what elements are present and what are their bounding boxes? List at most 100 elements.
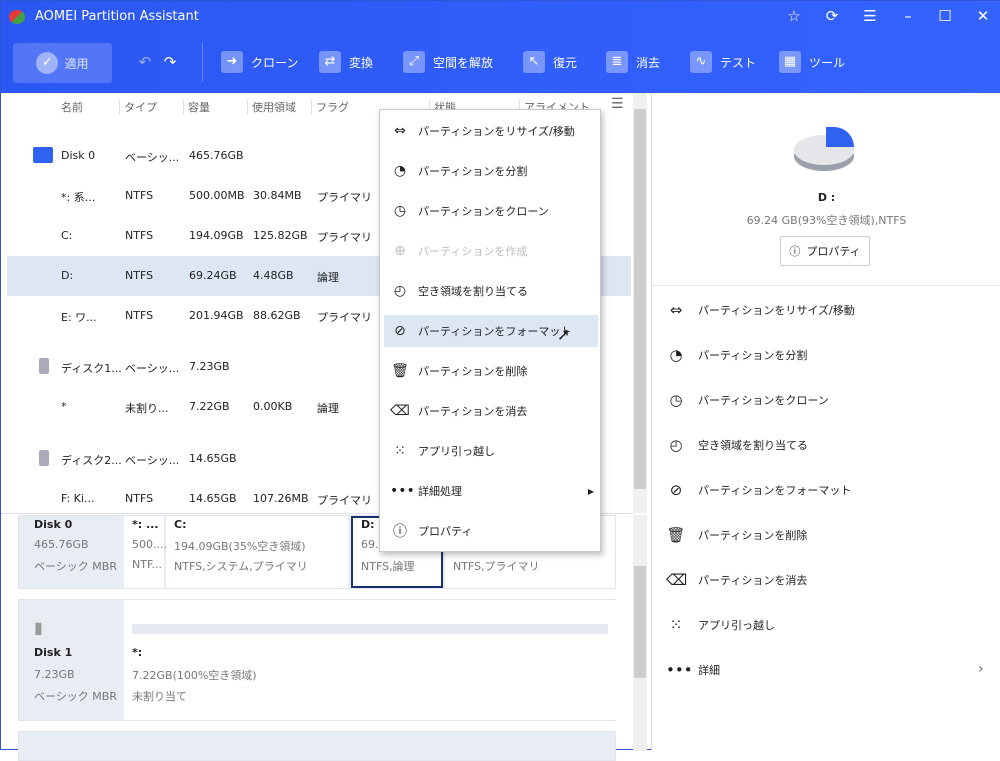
usb-icon: ▮ <box>34 618 43 637</box>
tool-label: 空間を解放 <box>433 55 494 70</box>
action-item[interactable]: ⊘ パーティションをフォーマット <box>666 481 852 499</box>
create-icon: ⊕ <box>394 243 406 259</box>
free-space-tool[interactable]: ⤢ 空間を解放 <box>403 51 493 73</box>
menu-item-label: 詳細処理 <box>418 485 462 498</box>
eraser-icon: ⌫ <box>666 571 688 589</box>
redo-icon[interactable]: ↷ <box>158 53 182 71</box>
col-capacity[interactable]: 容量 <box>183 99 210 115</box>
menu-item-label: パーティションをクローン <box>418 205 549 218</box>
cell-type: ベーシッ... <box>125 454 180 467</box>
wipe-tool[interactable]: ≣ 消去 <box>606 51 660 73</box>
maximize-button[interactable]: ☐ <box>933 7 957 25</box>
allocate-icon: ◴ <box>669 436 683 454</box>
expand-icon: ⤢ <box>403 51 425 73</box>
menu-item[interactable]: ⓘ プロパティ <box>384 515 598 547</box>
col-flag[interactable]: フラグ <box>311 99 349 115</box>
minimize-button[interactable]: – <box>896 7 920 25</box>
action-item[interactable]: ••• 詳細 <box>666 661 720 679</box>
convert-tool[interactable]: ⇄ 変換 <box>319 51 373 73</box>
clone-tool[interactable]: ➜ クローン <box>221 51 298 73</box>
cell-name: C: <box>61 229 73 242</box>
partition-block[interactable]: C: 194.09GB(35%空き領域) NTFS,システム,プライマリ <box>166 516 348 588</box>
partition-block[interactable]: *: ... 500.... NTF... <box>124 516 167 588</box>
action-item[interactable]: ◴ 空き領域を割り当てる <box>666 436 808 454</box>
menu-item[interactable]: ◴ 空き領域を割り当てる <box>384 275 598 307</box>
cell-flag: プライマリ <box>317 494 372 507</box>
disk-icon <box>33 147 53 163</box>
info-icon: ⓘ <box>393 524 407 540</box>
star-icon[interactable]: ☆ <box>782 7 806 25</box>
cell-type: NTFS <box>125 229 154 242</box>
cell-capacity: 7.23GB <box>189 360 230 373</box>
clone-icon: ◷ <box>669 391 683 409</box>
part-size: 7.22GB(100%空き領域) <box>132 669 257 682</box>
resize-icon: ⇔ <box>669 301 683 319</box>
menu-item[interactable]: ••• 詳細処理 ▶ <box>384 475 598 507</box>
col-name[interactable]: 名前 <box>57 99 83 115</box>
action-label: 空き領域を割り当てる <box>698 439 808 452</box>
allocate-icon: ◴ <box>393 283 407 299</box>
restore-tool[interactable]: ↖ 復元 <box>523 51 577 73</box>
partition-block[interactable]: *: 7.22GB(100%空き領域) 未割り当て <box>124 600 616 720</box>
menu-item[interactable]: ⇔ パーティションをリサイズ/移動 <box>384 115 598 147</box>
format-icon: ⊘ <box>394 323 406 339</box>
drive-letter: D : <box>817 191 836 204</box>
menu-item[interactable]: ◔ パーティションを分割 <box>384 155 598 187</box>
cell-capacity: 69.24GB <box>189 269 237 282</box>
clone-icon: ➜ <box>221 51 243 73</box>
cell-used: 125.82GB <box>253 229 308 242</box>
table-scroll-thumb[interactable] <box>634 109 646 489</box>
menu-item-label: 空き領域を割り当てる <box>418 285 528 298</box>
menu-item[interactable]: ⌫ パーティションを消去 <box>384 395 598 427</box>
action-label: パーティションをフォーマット <box>698 484 852 497</box>
disk1-card[interactable]: ▮ Disk 1 7.23GB ベーシック MBR *: 7.22GB(100%… <box>18 599 616 721</box>
menu-icon[interactable]: ☰ <box>858 7 882 25</box>
action-item[interactable]: ⌫ パーティションを消去 <box>666 571 807 589</box>
shredder-icon: ≣ <box>606 51 628 73</box>
cell-flag: プライマリ <box>317 311 372 324</box>
part-size: 194.09GB(35%空き領域) <box>174 540 306 553</box>
action-item[interactable]: 🗑 パーティションを削除 <box>666 526 807 544</box>
trash-icon: 🗑 <box>666 526 686 544</box>
column-settings-icon[interactable]: ☰ <box>607 96 624 112</box>
usb-icon <box>39 450 49 466</box>
disk2-card[interactable] <box>18 731 616 761</box>
col-type[interactable]: タイプ <box>119 99 157 115</box>
cell-flag: プライマリ <box>317 191 372 204</box>
undo-icon[interactable]: ↶ <box>133 53 157 71</box>
apply-button[interactable]: ✓ 適用 <box>13 43 112 83</box>
cell-flag: プライマリ <box>317 231 372 244</box>
test-tool[interactable]: ∿ テスト <box>690 51 756 73</box>
chevron-right-icon[interactable]: › <box>978 661 984 677</box>
tool-label: 復元 <box>553 55 578 70</box>
restore-icon: ↖ <box>523 51 545 73</box>
menu-item[interactable]: ◷ パーティションをクローン <box>384 195 598 227</box>
cell-type: 未割り... <box>125 402 169 415</box>
action-item[interactable]: ◔ パーティションを分割 <box>666 346 807 364</box>
pulse-icon: ∿ <box>690 51 712 73</box>
map-scroll-thumb[interactable] <box>634 566 646 678</box>
menu-item[interactable]: ⁙ アプリ引っ越し <box>384 435 598 467</box>
tools-tool[interactable]: ▦ ツール <box>779 51 845 73</box>
part-fs: NTFS,システム,プライマリ <box>174 560 308 573</box>
cell-used: 107.26MB <box>253 492 309 505</box>
action-label: パーティションを削除 <box>698 529 808 542</box>
part-fs: NTFS,論理 <box>361 560 415 573</box>
cell-flag: 論理 <box>317 402 339 415</box>
action-item[interactable]: ◷ パーティションをクローン <box>666 391 828 409</box>
part-label: D: <box>361 518 375 531</box>
properties-button[interactable]: ⓘ プロパティ <box>780 236 870 266</box>
refresh-icon[interactable]: ⟳ <box>820 7 844 25</box>
menu-item[interactable]: 🗑 パーティションを削除 <box>384 355 598 387</box>
disk-size: 465.76GB <box>34 538 89 551</box>
details-panel: D : 69.24 GB(93%空き領域),NTFS ⓘ プロパティ ⇔ パーティシ… <box>651 93 1000 750</box>
action-item[interactable]: ⇔ パーティションをリサイズ/移動 <box>666 301 855 319</box>
action-item[interactable]: ⁙ アプリ引っ越し <box>666 616 775 634</box>
part-label: C: <box>174 518 187 531</box>
apply-label: 適用 <box>64 56 89 71</box>
cell-name: F: Ki... <box>61 492 95 505</box>
menu-item-label: プロパティ <box>418 525 473 538</box>
col-used[interactable]: 使用領域 <box>247 99 296 115</box>
cell-used: 4.48GB <box>253 269 294 282</box>
close-button[interactable]: ✕ <box>971 7 995 25</box>
